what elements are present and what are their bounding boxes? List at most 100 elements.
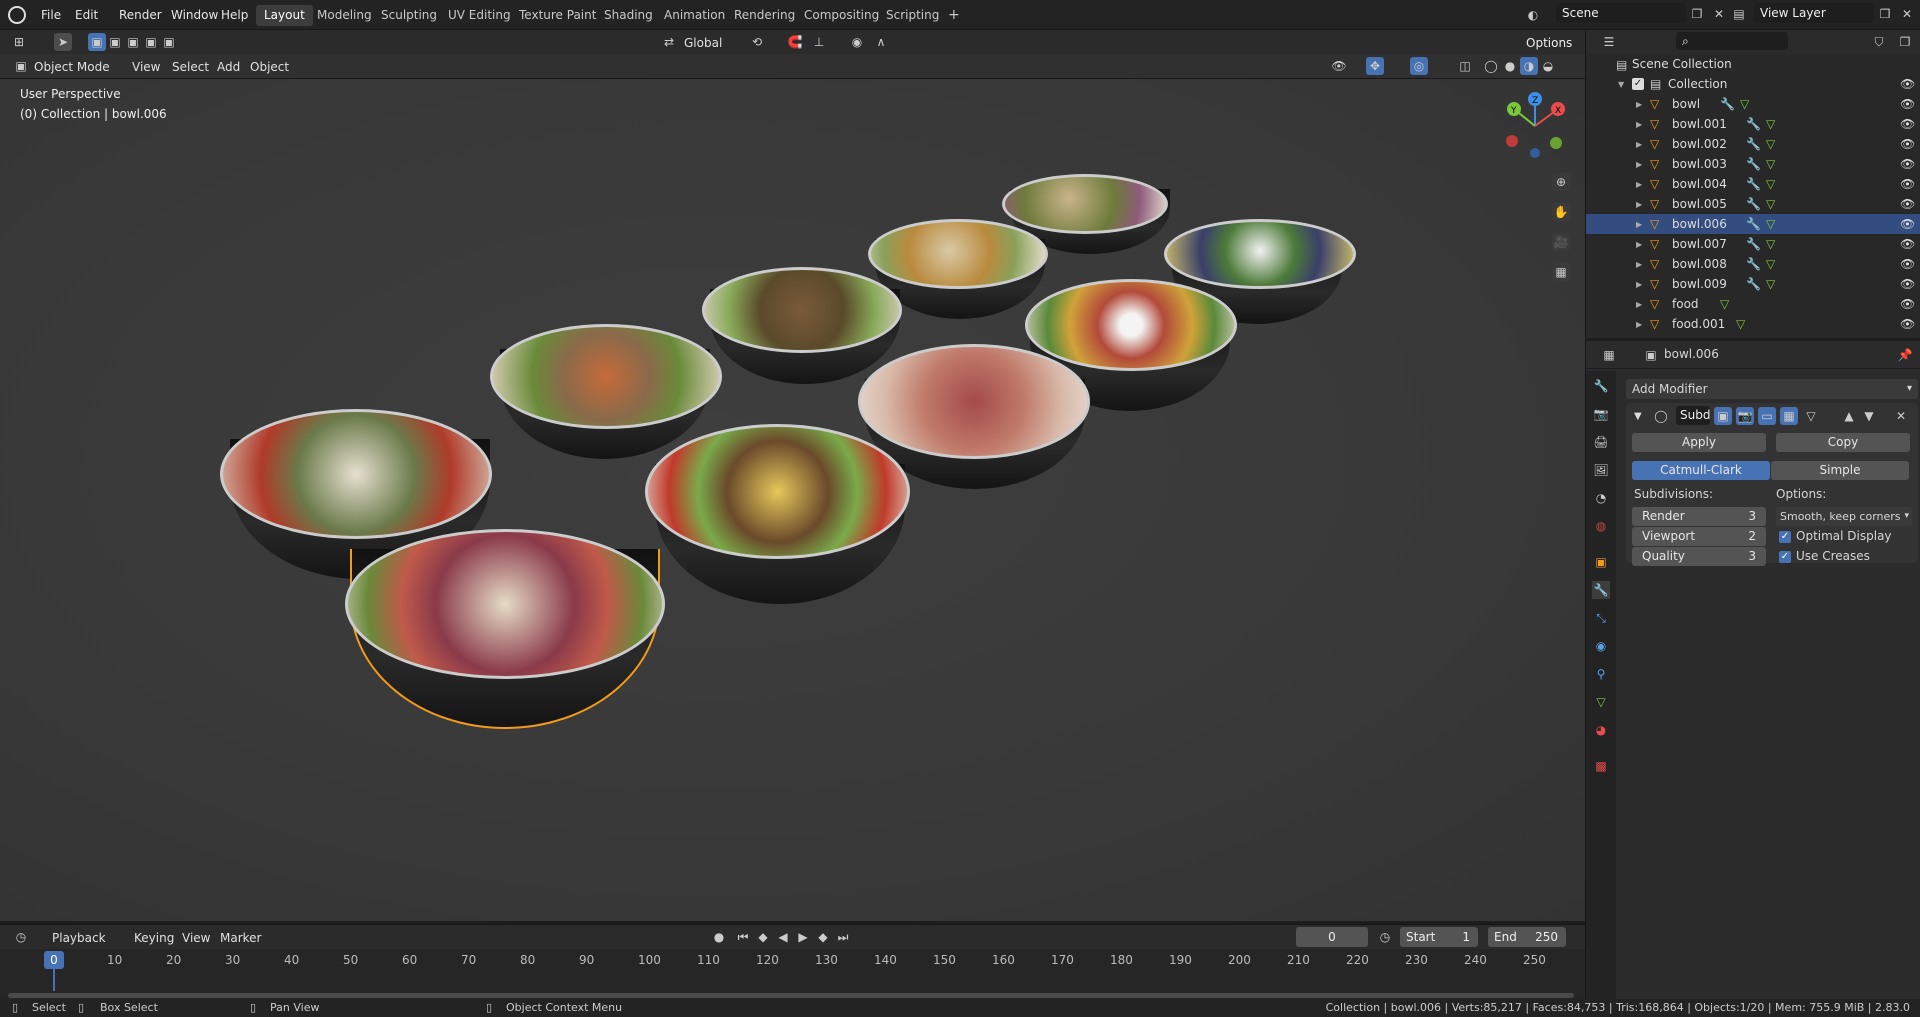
expand-arrow-icon[interactable]: ▶ <box>1636 295 1642 315</box>
mesh-data-icon[interactable]: ▽ <box>1766 134 1775 154</box>
expand-arrow-icon[interactable]: ▶ <box>1636 315 1642 335</box>
clock-icon[interactable]: ◷ <box>1376 928 1394 946</box>
copy-button[interactable]: Copy <box>1776 433 1910 452</box>
eye-icon[interactable]: 👁 <box>1900 274 1915 294</box>
menu-render[interactable]: Render <box>114 5 167 25</box>
zoom-icon[interactable]: ⊕ <box>1552 173 1570 191</box>
outliner-item[interactable]: ▶ ▽ food ▽ 👁 <box>1586 294 1920 314</box>
mesh-data-tab-icon[interactable]: ▽ <box>1592 693 1610 711</box>
menu-file[interactable]: File <box>36 5 66 25</box>
outliner-item[interactable]: ▶ ▽ bowl.009 🔧 ▽ 👁 <box>1586 274 1920 294</box>
remove-modifier-icon[interactable]: ✕ <box>1892 407 1910 425</box>
editor-type-icon[interactable]: ⊞ <box>10 33 28 51</box>
add-modifier-dropdown[interactable]: Add Modifier ▾ <box>1626 379 1918 399</box>
axis-gizmo-icon[interactable]: Z X Y <box>1500 91 1570 161</box>
select-mode-subtract-icon[interactable]: ▣ <box>124 33 142 51</box>
move-down-icon[interactable]: ▼ <box>1860 407 1878 425</box>
options-dropdown[interactable]: Options <box>1520 33 1582 53</box>
on-cage-icon[interactable]: ▽ <box>1802 407 1820 425</box>
menu-window[interactable]: Window <box>166 5 223 25</box>
use-creases-checkbox[interactable]: ✓ <box>1779 551 1791 563</box>
eye-icon[interactable]: 👁 <box>1900 134 1915 154</box>
tab-scripting[interactable]: Scripting <box>878 5 947 26</box>
outliner-collection[interactable]: ▼ ✓ ▤ Collection 👁 <box>1586 74 1920 94</box>
next-keyframe-icon[interactable]: ◆ <box>814 928 832 946</box>
expand-arrow-icon[interactable]: ▶ <box>1636 175 1642 195</box>
tab-compositing[interactable]: Compositing <box>796 5 887 26</box>
eye-icon[interactable]: 👁 <box>1900 254 1915 274</box>
modifier-wrench-icon[interactable]: 🔧 <box>1746 134 1761 154</box>
expand-arrow-icon[interactable]: ▶ <box>1636 255 1642 275</box>
mesh-data-icon[interactable]: ▽ <box>1766 214 1775 234</box>
mesh-data-icon[interactable]: ▽ <box>1766 274 1775 294</box>
expand-arrow-icon[interactable]: ▶ <box>1636 115 1642 135</box>
physics-tab-icon[interactable]: ◉ <box>1592 637 1610 655</box>
viewport-toggle-icon[interactable]: ▭ <box>1758 407 1776 425</box>
select-mode-new-icon[interactable]: ▣ <box>88 33 106 51</box>
tab-sculpting[interactable]: Sculpting <box>373 5 445 26</box>
eye-icon[interactable]: 👁 <box>1900 114 1915 134</box>
quality-field[interactable]: Quality 3 <box>1632 547 1766 566</box>
expand-arrow-icon[interactable]: ▶ <box>1636 215 1642 235</box>
timeline-menu-keying[interactable]: Keying <box>130 929 178 947</box>
expand-arrow-icon[interactable]: ▶ <box>1636 235 1642 255</box>
ortho-grid-icon[interactable]: ▦ <box>1552 263 1570 281</box>
jump-end-icon[interactable]: ⏭ <box>834 928 852 946</box>
timeline-editor-type-icon[interactable]: ◷ <box>12 928 30 946</box>
xray-toggle-icon[interactable]: ◫ <box>1456 57 1474 75</box>
eye-icon[interactable]: 👁 <box>1900 234 1915 254</box>
jump-start-icon[interactable]: ⏮ <box>734 928 752 946</box>
record-icon[interactable]: ● <box>710 928 728 946</box>
tab-uv-editing[interactable]: UV Editing <box>440 5 519 26</box>
mesh-data-icon[interactable]: ▽ <box>1766 154 1775 174</box>
optimal-display-checkbox[interactable]: ✓ <box>1779 531 1791 543</box>
expand-arrow-icon[interactable]: ▶ <box>1636 95 1642 115</box>
eye-icon[interactable]: 👁 <box>1900 214 1915 234</box>
falloff-icon[interactable]: ∧ <box>872 33 890 51</box>
world-tab-icon[interactable]: ◍ <box>1592 517 1610 535</box>
timeline-track[interactable]: 0 10 20 30 40 50 60 70 80 90 100 110 120 130 140 150 160… <box>0 949 1585 1000</box>
outliner-item[interactable]: ▶ ▽ bowl.006 🔧 ▽ 👁 <box>1586 214 1920 234</box>
play-icon[interactable]: ▶ <box>794 928 812 946</box>
catmull-clark-button[interactable]: Catmull-Clark <box>1632 461 1770 480</box>
viewport-levels-field[interactable]: Viewport 2 <box>1632 527 1766 546</box>
start-frame-field[interactable]: Start 1 <box>1400 927 1478 947</box>
mesh-data-icon[interactable]: ▽ <box>1766 194 1775 214</box>
tab-shading[interactable]: Shading <box>596 5 661 26</box>
view-layer-tab-icon[interactable]: 🖼 <box>1592 461 1610 479</box>
end-frame-field[interactable]: End 250 <box>1488 927 1566 947</box>
move-up-icon[interactable]: ▲ <box>1840 407 1858 425</box>
eye-icon[interactable]: 👁 <box>1900 174 1915 194</box>
mesh-data-icon[interactable]: ▽ <box>1736 314 1745 334</box>
scene-icon[interactable]: ◐ <box>1524 6 1542 24</box>
eye-icon[interactable]: 👁 <box>1900 294 1915 314</box>
mesh-data-icon[interactable]: ▽ <box>1766 174 1775 194</box>
tab-animation[interactable]: Animation <box>656 5 733 26</box>
render-toggle-icon[interactable]: 📷 <box>1736 407 1754 425</box>
modifier-name-input[interactable]: Subd <box>1676 406 1710 425</box>
current-frame-field[interactable]: 0 <box>1296 927 1368 947</box>
select-mode-extend-icon[interactable]: ▣ <box>106 33 124 51</box>
viewport-menu-select[interactable]: Select <box>168 58 213 76</box>
eye-icon[interactable]: 👁 <box>1900 314 1915 334</box>
outliner-scene-collection[interactable]: ▤ Scene Collection <box>1586 54 1920 74</box>
tab-modeling[interactable]: Modeling <box>309 5 380 26</box>
delete-view-layer-icon[interactable]: ✕ <box>1898 5 1916 23</box>
outliner-item[interactable]: ▶ ▽ bowl.005 🔧 ▽ 👁 <box>1586 194 1920 214</box>
mesh-data-icon[interactable]: ▽ <box>1720 294 1729 314</box>
play-reverse-icon[interactable]: ◀ <box>774 928 792 946</box>
new-view-layer-icon[interactable]: ❐ <box>1876 5 1894 23</box>
3d-viewport[interactable]: User Perspective (0) Collection | bowl.0… <box>0 78 1585 921</box>
modifier-wrench-icon[interactable]: 🔧 <box>1746 154 1761 174</box>
simple-button[interactable]: Simple <box>1771 461 1909 480</box>
filter-icon[interactable]: ⛉ <box>1870 33 1888 51</box>
expand-arrow-icon[interactable]: ▶ <box>1636 135 1642 155</box>
apply-button[interactable]: Apply <box>1632 433 1766 452</box>
eye-icon[interactable]: 👁 <box>1900 74 1915 94</box>
proportional-edit-icon[interactable]: ◉ <box>848 33 866 51</box>
modifier-wrench-icon[interactable]: 🔧 <box>1746 114 1761 134</box>
object-mode-icon[interactable]: ▣ <box>12 57 30 75</box>
outliner-item[interactable]: ▶ ▽ bowl 🔧 ▽ 👁 <box>1586 94 1920 114</box>
outliner-item[interactable]: ▶ ▽ food.001 ▽ 👁 <box>1586 314 1920 334</box>
select-mode-invert-icon[interactable]: ▣ <box>160 33 178 51</box>
